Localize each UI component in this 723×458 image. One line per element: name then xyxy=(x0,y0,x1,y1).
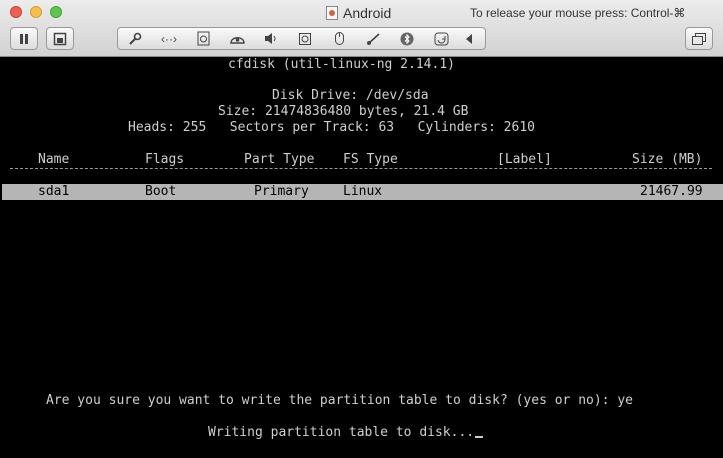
vm-window: Android To release your mouse press: Con… xyxy=(0,0,723,458)
snapshot-icon xyxy=(53,32,67,45)
window-title: Android xyxy=(326,3,391,23)
partition-row-selected[interactable]: sda1 Boot Primary Linux 21467.99 xyxy=(2,184,723,200)
window-title-text: Android xyxy=(343,5,392,21)
pause-icon xyxy=(20,33,28,44)
mouse-release-hint: To release your mouse press: Control-⌘ xyxy=(470,6,686,20)
fullscreen-button[interactable] xyxy=(685,27,713,50)
header-separator xyxy=(10,168,712,169)
disk-icon[interactable] xyxy=(192,31,214,47)
device-toolbar: ‹··› xyxy=(117,27,486,50)
partition-size: 21467.99 xyxy=(640,184,703,199)
disk-size-line: Size: 21474836480 bytes, 21.4 GB xyxy=(218,104,469,119)
partition-part-type: Primary xyxy=(254,184,309,199)
pause-button[interactable] xyxy=(10,27,38,50)
zoom-window-button[interactable] xyxy=(50,6,62,18)
refresh-icon[interactable] xyxy=(430,31,452,47)
write-confirm-prompt: Are you sure you want to write the parti… xyxy=(46,393,633,408)
disk-geometry-line: Heads: 255 Sectors per Track: 63 Cylinde… xyxy=(128,120,535,135)
usb-icon[interactable] xyxy=(328,31,350,47)
camera-icon[interactable] xyxy=(226,31,248,47)
status-line: Writing partition table to disk... xyxy=(208,425,484,441)
minimize-window-button[interactable] xyxy=(30,6,42,18)
connection-icon[interactable] xyxy=(362,31,384,47)
snapshot-button[interactable] xyxy=(46,27,74,50)
terminal-screen[interactable]: cfdisk (util-linux-ng 2.14.1) Disk Drive… xyxy=(2,57,723,458)
column-name: Name xyxy=(38,152,70,167)
cfdisk-header: cfdisk (util-linux-ng 2.14.1) xyxy=(228,57,455,72)
column-fs-type: FS Type xyxy=(343,152,398,167)
speaker-icon[interactable] xyxy=(260,31,282,47)
window-titlebar: Android To release your mouse press: Con… xyxy=(0,0,723,57)
wrench-icon[interactable] xyxy=(124,31,146,47)
network-arrows-icon[interactable]: ‹··› xyxy=(158,31,180,47)
partition-name: sda1 xyxy=(38,184,70,199)
cd-icon[interactable] xyxy=(294,31,316,47)
disk-drive-line: Disk Drive: /dev/sda xyxy=(272,88,429,103)
column-label: [Label] xyxy=(497,152,552,167)
bluetooth-icon[interactable] xyxy=(396,31,418,47)
column-size: Size (MB) xyxy=(632,152,703,167)
partition-fs-type: Linux xyxy=(343,184,383,199)
terminal-cursor xyxy=(475,436,484,438)
vm-document-icon xyxy=(326,6,338,20)
fullscreen-icon xyxy=(692,32,706,45)
partition-flags: Boot xyxy=(145,184,177,199)
column-flags: Flags xyxy=(145,152,185,167)
status-text: Writing partition table to disk... xyxy=(208,425,475,440)
column-part-type: Part Type xyxy=(244,152,315,167)
close-window-button[interactable] xyxy=(10,6,22,18)
chevron-left-icon[interactable] xyxy=(464,31,474,47)
